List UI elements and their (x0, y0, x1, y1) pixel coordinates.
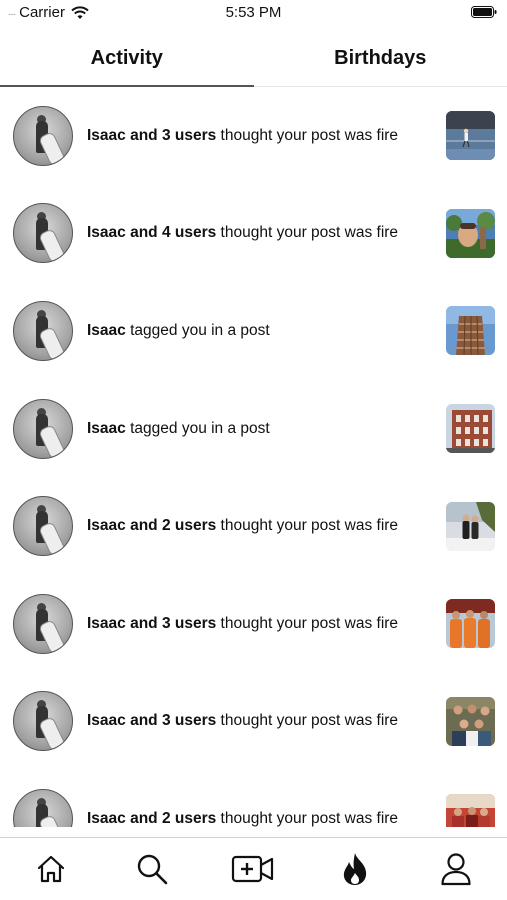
notification-text: Isaac and 3 users thought your post was … (87, 127, 398, 145)
fire-icon (343, 853, 366, 885)
list-item[interactable]: Isaac and 3 users thought your post was … (0, 673, 507, 771)
notification-text: Isaac and 3 users thought your post was … (87, 712, 398, 730)
post-thumbnail[interactable] (446, 208, 495, 258)
post-thumbnail[interactable] (446, 306, 495, 356)
notification-text: Isaac tagged you in a post (87, 420, 270, 438)
list-item[interactable]: Isaac and 2 users thought your post was … (0, 770, 507, 827)
notification-actor: Isaac and 2 users (87, 517, 217, 535)
activity-screen: .... Carrier 5:53 PM Activity Birthdays … (0, 0, 507, 900)
notification-text: Isaac and 2 users thought your post was … (87, 517, 398, 535)
status-bar: .... Carrier 5:53 PM (0, 0, 507, 28)
nav-home[interactable] (21, 847, 81, 891)
notification-message: tagged you in a post (125, 321, 270, 339)
avatar[interactable] (13, 300, 73, 361)
nav-profile[interactable] (426, 847, 486, 891)
notification-text: Isaac and 4 users thought your post was … (87, 224, 398, 242)
list-item[interactable]: Isaac and 3 users thought your post was … (0, 575, 507, 673)
post-thumbnail[interactable] (446, 111, 495, 161)
home-icon (37, 855, 64, 883)
notification-message: tagged you in a post (125, 419, 270, 437)
list-item[interactable]: Isaac and 2 users thought your post was … (0, 477, 507, 575)
add-video-icon (232, 855, 274, 883)
notification-message: thought your post was fire (216, 126, 399, 144)
post-thumbnail[interactable] (446, 794, 495, 827)
battery-icon (471, 6, 497, 18)
post-thumbnail[interactable] (446, 404, 495, 454)
post-thumbnail[interactable] (446, 599, 495, 649)
avatar[interactable] (13, 105, 73, 166)
notification-actor: Isaac (87, 321, 126, 339)
notification-list[interactable]: Isaac and 3 users thought your post was … (0, 87, 507, 827)
search-icon (137, 854, 168, 885)
notification-message: thought your post was fire (216, 809, 399, 827)
notification-actor: Isaac (87, 419, 126, 437)
avatar[interactable] (13, 691, 73, 752)
tab-activity[interactable]: Activity (0, 38, 254, 87)
nav-search[interactable] (122, 847, 182, 891)
notification-actor: Isaac and 3 users (87, 614, 217, 632)
notification-message: thought your post was fire (216, 517, 399, 535)
avatar[interactable] (13, 788, 73, 827)
avatar[interactable] (13, 593, 73, 654)
notification-message: thought your post was fire (216, 224, 399, 242)
avatar[interactable] (13, 203, 73, 264)
bottom-nav (0, 837, 507, 900)
post-thumbnail[interactable] (446, 696, 495, 746)
notification-text: Isaac tagged you in a post (87, 322, 270, 340)
status-time: 5:53 PM (225, 4, 282, 21)
notification-actor: Isaac and 4 users (87, 224, 217, 242)
notification-text: Isaac and 2 users thought your post was … (87, 810, 398, 827)
list-item[interactable]: Isaac tagged you in a post (0, 380, 507, 478)
post-thumbnail[interactable] (446, 501, 495, 551)
tab-birthdays[interactable]: Birthdays (254, 38, 507, 86)
list-item[interactable]: Isaac and 4 users thought your post was … (0, 185, 507, 283)
notification-message: thought your post was fire (216, 712, 399, 730)
avatar[interactable] (13, 496, 73, 557)
notification-actor: Isaac and 3 users (87, 126, 217, 144)
notification-actor: Isaac and 2 users (87, 809, 217, 827)
nav-fire[interactable] (325, 847, 385, 891)
nav-add-video[interactable] (223, 847, 283, 891)
list-item[interactable]: Isaac and 3 users thought your post was … (0, 87, 507, 185)
profile-icon (441, 853, 471, 886)
notification-message: thought your post was fire (216, 614, 399, 632)
notification-actor: Isaac and 3 users (87, 712, 217, 730)
list-item[interactable]: Isaac tagged you in a post (0, 282, 507, 380)
notification-text: Isaac and 3 users thought your post was … (87, 615, 398, 633)
tab-bar: Activity Birthdays (0, 38, 507, 87)
avatar[interactable] (13, 398, 73, 459)
